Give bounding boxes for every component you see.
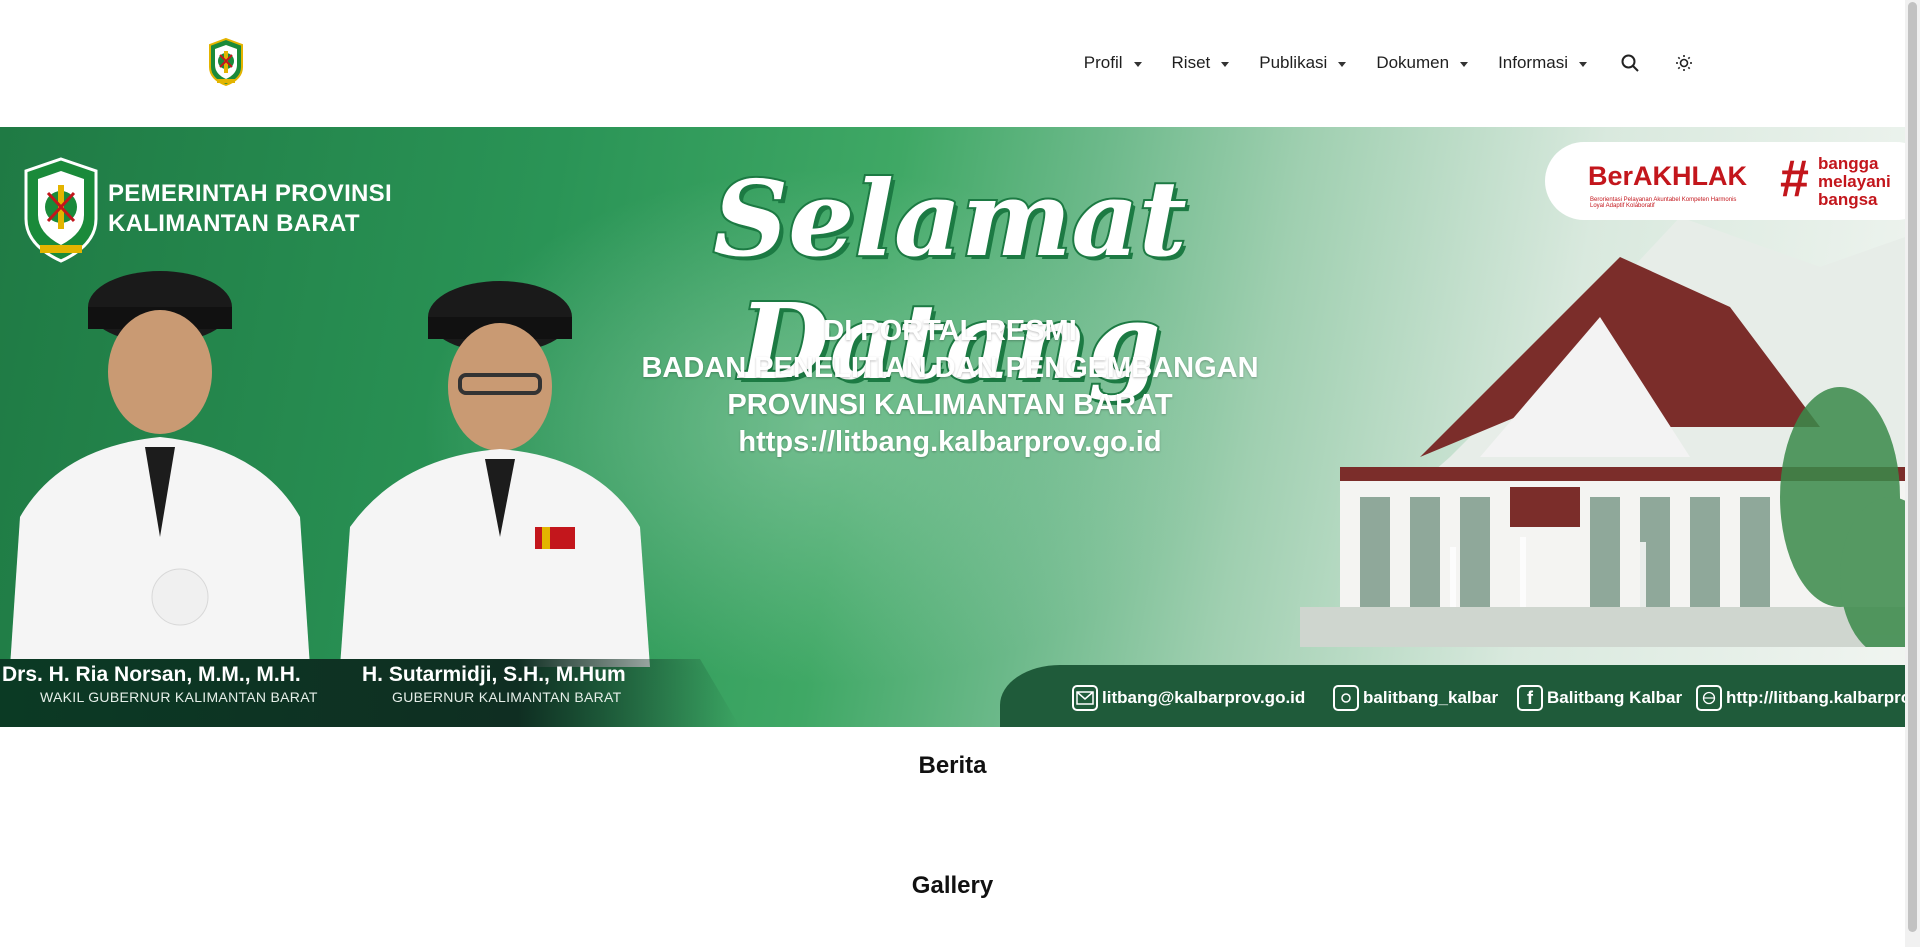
nav-profil[interactable]: Profil (1084, 53, 1142, 73)
contact-email: litbang@kalbarprov.go.id (1072, 685, 1305, 711)
page-scrollbar[interactable] (1905, 0, 1920, 947)
nav-publikasi-label: Publikasi (1259, 53, 1328, 72)
sun-icon[interactable] (1673, 52, 1695, 74)
mail-icon (1072, 685, 1098, 711)
berakhlak-logo: BerAKHLAK (1588, 161, 1748, 191)
chevron-down-icon (1338, 61, 1347, 67)
nav-riset[interactable]: Riset (1172, 53, 1230, 73)
welcome-url: https://litbang.kalbarprov.go.id (738, 426, 1162, 458)
nav-dokumen[interactable]: Dokumen (1376, 53, 1469, 73)
contact-facebook-text: Balitbang Kalbar (1547, 688, 1683, 707)
bangga-line1: bangga (1818, 154, 1879, 173)
nav-dokumen-label: Dokumen (1376, 53, 1450, 72)
kalbar-emblem-icon (22, 157, 100, 265)
section-title-news: Berita (918, 752, 987, 779)
bangga-line3: bangsa (1818, 190, 1878, 209)
contact-instagram-text: balitbang_kalbar (1363, 688, 1499, 707)
contact-email-text: litbang@kalbarprov.go.id (1102, 688, 1306, 707)
contact-instagram: balitbang_kalbar (1333, 685, 1498, 711)
search-icon[interactable] (1619, 52, 1641, 74)
gov-title-line1: PEMERINTAH PROVINSI (108, 180, 392, 207)
section-title-gallery: Gallery (911, 872, 994, 899)
instagram-icon (1333, 685, 1359, 711)
government-title: PEMERINTAH PROVINSI KALIMANTAN BARAT (108, 179, 392, 239)
gov-title-line2: KALIMANTAN BARAT (108, 210, 360, 237)
bangga-line2: melayani (1818, 172, 1891, 191)
nav-riset-label: Riset (1171, 53, 1211, 72)
official-photo-vice-governor (10, 271, 310, 667)
contact-website: http://litbang.kalbarprov.go.id (1696, 685, 1905, 711)
welcome-line3: PROVINSI KALIMANTAN BARAT (727, 389, 1173, 421)
facebook-icon: f (1517, 685, 1543, 711)
welcome-text: DI PORTAL RESMI BADAN PENELITIAN DAN PEN… (560, 313, 1340, 461)
globe-icon (1696, 685, 1722, 711)
official1-name: Drs. H. Ria Norsan, M.M., M.H. (2, 663, 301, 686)
chevron-down-icon (1460, 61, 1469, 67)
nav-informasi[interactable]: Informasi (1498, 53, 1587, 73)
hero-banner[interactable]: PEMERINTAH PROVINSI KALIMANTAN BARAT Sel… (0, 127, 1905, 727)
nav-publikasi[interactable]: Publikasi (1259, 53, 1347, 73)
hash-icon: # (1780, 150, 1809, 208)
official1-role: WAKIL GUBERNUR KALIMANTAN BARAT (40, 689, 318, 705)
nav-profil-label: Profil (1083, 53, 1123, 72)
chevron-down-icon (1133, 61, 1142, 67)
welcome-line2: BADAN PENELITIAN DAN PENGEMBANGAN (641, 352, 1259, 384)
scrollbar-thumb[interactable] (1908, 2, 1917, 932)
site-header: Profil Riset Publikasi Dokumen Informasi (0, 0, 1905, 127)
official-photo-governor (340, 281, 650, 667)
official2-role: GUBERNUR KALIMANTAN BARAT (392, 689, 622, 705)
nav-informasi-label: Informasi (1498, 53, 1568, 72)
chevron-down-icon (1579, 61, 1587, 67)
kalbar-emblem-icon[interactable] (207, 37, 245, 87)
contact-facebook: f Balitbang Kalbar (1517, 685, 1682, 711)
berakhlak-tagline: Berorientasi Pelayanan Akuntabel Kompete… (1590, 197, 1737, 209)
official2-name: H. Sutarmidji, S.H., M.Hum (362, 663, 626, 686)
chevron-down-icon (1221, 61, 1230, 67)
main-nav: Profil Riset Publikasi Dokumen Informasi (1054, 50, 1695, 76)
contact-website-text: http://litbang.kalbarprov.go.id (1726, 688, 1905, 707)
welcome-line1: DI PORTAL RESMI (823, 315, 1077, 347)
